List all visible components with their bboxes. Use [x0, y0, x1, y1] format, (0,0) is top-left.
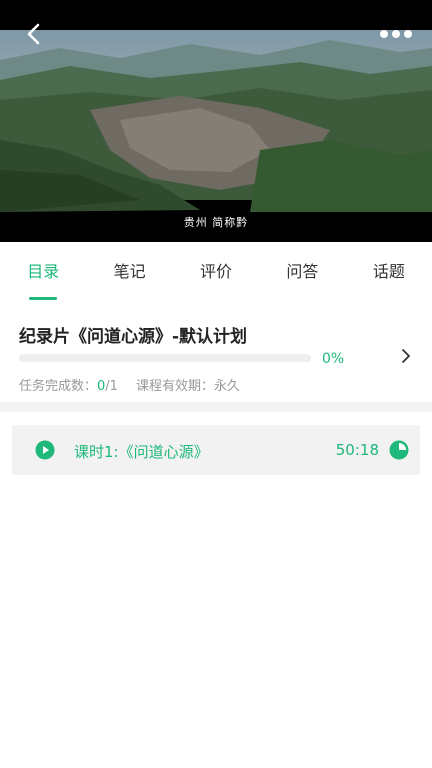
plan-detail-button[interactable] [396, 346, 416, 366]
lesson-item[interactable]: 课时1:《问道心源》 50:18 [12, 425, 420, 475]
tab-label: 问答 [286, 262, 319, 281]
tab-catalog[interactable]: 目录 [0, 242, 86, 300]
video-subtitle: 贵州 简称黔 [183, 216, 249, 229]
play-circle-icon[interactable] [35, 440, 55, 460]
progress-pie-icon [389, 440, 409, 460]
more-dot [392, 30, 400, 38]
video-player[interactable]: 贵州 简称黔 [0, 0, 432, 242]
video-frame [0, 0, 432, 242]
tab-label: 话题 [372, 262, 405, 281]
more-dot [404, 30, 412, 38]
validity-label: 课程有效期： [135, 379, 214, 394]
more-button[interactable] [376, 20, 416, 48]
plan-card[interactable]: 纪录片《问道心源》-默认计划 0% 任务完成数：0/1 课程有效期：永久 [0, 300, 432, 402]
tab-notes[interactable]: 笔记 [86, 242, 172, 300]
tab-bar: 目录 笔记 评价 问答 话题 [0, 242, 432, 300]
back-button[interactable] [18, 18, 50, 50]
lesson-duration: 50:18 [335, 441, 379, 459]
progress-bar [19, 354, 311, 362]
back-arrow-icon [27, 23, 40, 45]
tab-topics[interactable]: 话题 [346, 242, 432, 300]
plan-title: 纪录片《问道心源》-默认计划 [19, 327, 248, 347]
tab-label: 评价 [200, 262, 233, 281]
tab-label: 目录 [27, 262, 60, 281]
tasks-total: /1 [105, 379, 118, 394]
chevron-right-icon [402, 349, 410, 363]
section-divider [0, 402, 432, 412]
tab-label: 笔记 [113, 262, 146, 281]
more-dots-icon [380, 30, 388, 38]
progress-percent: 0% [322, 351, 345, 367]
tab-reviews[interactable]: 评价 [173, 242, 259, 300]
tasks-label: 任务完成数： [19, 379, 98, 394]
validity-value: 永久 [213, 379, 240, 394]
tab-qa[interactable]: 问答 [259, 242, 345, 300]
plan-meta: 任务完成数：0/1 课程有效期：永久 [19, 375, 240, 394]
lesson-title: 课时1:《问道心源》 [74, 443, 209, 461]
